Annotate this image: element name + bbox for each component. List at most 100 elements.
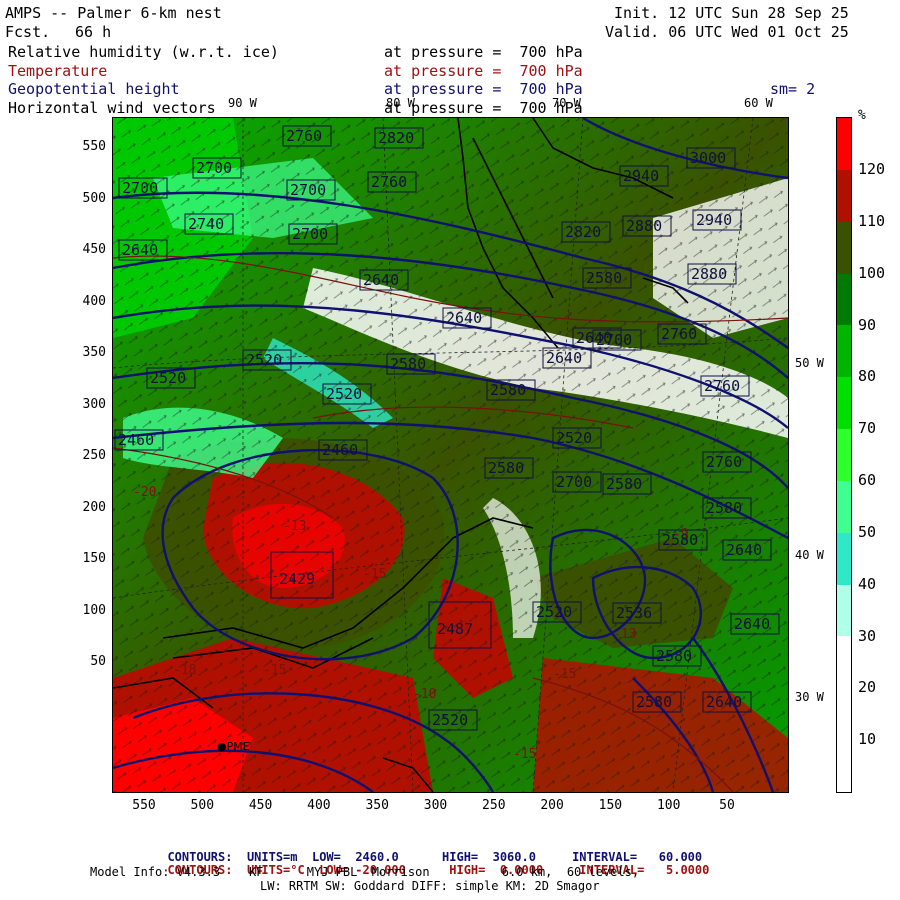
svg-text:2700: 2700 [596,331,632,349]
x-tick-label: 500 [190,798,215,813]
x-tick-label: 250 [482,798,506,813]
svg-text:2580: 2580 [706,499,742,517]
svg-text:2940: 2940 [623,167,659,185]
temperature-contour-label: -9 [673,527,689,542]
svg-text:2820: 2820 [565,223,601,241]
svg-text:2520: 2520 [246,351,282,369]
y-tick-label: 500 [82,190,106,206]
svg-text:2520: 2520 [150,369,186,387]
svg-text:2580: 2580 [586,269,622,287]
meridian-50w: 50 W [795,356,824,370]
field-height-name: Geopotential height [8,80,180,98]
colorbar-label: 110 [858,211,886,230]
svg-text:2640: 2640 [546,349,582,367]
svg-text:2880: 2880 [691,265,727,283]
x-tick-label: 50 [719,798,735,813]
colorbar-label: 30 [858,626,877,645]
svg-text:2580: 2580 [488,459,524,477]
colorbar-segment [837,118,851,170]
meridian-60w: 60 W [744,96,773,110]
colorbar-label: 10 [858,730,877,749]
svg-text:2520: 2520 [326,385,362,403]
svg-text:3000: 3000 [690,149,726,167]
colorbar-segment [837,636,851,689]
field-wind-name: Horizontal wind vectors [8,99,216,117]
temperature-contour-label: -15 [363,567,386,582]
temperature-contour-label: -18 [173,663,196,678]
map-canvas: 2760 2820 2700 2700 2760 2700 3000 2940 2640 2740… [113,118,788,792]
x-tick-label: 150 [598,798,623,813]
forecast-map[interactable]: 2760 2820 2700 2700 2760 2700 3000 2940 2640 2740… [112,117,789,793]
x-tick-label: 300 [423,798,448,813]
colorbar-segment [837,325,851,378]
colorbar-segment [837,169,851,222]
colorbar-segment [837,740,851,792]
colorbar-segment [837,429,851,481]
y-tick-label: 150 [82,551,106,566]
svg-text:2460: 2460 [118,431,154,449]
y-tick-label: 550 [82,139,106,154]
temperature-contour-label: -13 [283,519,306,534]
y-tick-label: 350 [82,345,106,360]
svg-text:2429: 2429 [279,570,315,588]
svg-text:2520: 2520 [432,711,468,729]
colorbar-segment [837,584,851,637]
field-rh-name: Relative humidity (w.r.t. ice) [8,43,279,61]
x-tick-label: 550 [132,798,156,813]
colorbar-label: 40 [858,574,877,593]
x-tick-label: 400 [307,798,331,813]
svg-text:2536: 2536 [616,604,652,622]
colorbar-segment [837,480,851,533]
svg-text:2580: 2580 [390,355,426,373]
svg-text:2940: 2940 [696,211,732,229]
y-tick-label: 50 [90,654,106,669]
colorbar-segment [837,532,851,585]
init-time: Init. 12 UTC Sun 28 Sep 25 [614,4,849,22]
svg-text:2700: 2700 [196,159,232,177]
svg-text:2487: 2487 [437,620,473,638]
meridian-70w: 70 W [552,96,581,110]
svg-text:2700: 2700 [556,473,592,491]
svg-text:2760: 2760 [661,325,697,343]
colorbar-label: 120 [858,160,886,178]
x-tick-label: 100 [656,798,681,813]
field-temp-level: at pressure = 700 hPa [384,62,583,80]
colorbar-segment [837,688,851,741]
y-tick-label: 300 [82,396,106,412]
meridian-30w: 30 W [795,690,824,704]
svg-text:2640: 2640 [706,693,742,711]
x-tick-label: 350 [365,798,389,813]
y-tick-label: 200 [82,499,106,515]
y-tick-label: 400 [82,293,106,309]
svg-text:2760: 2760 [706,453,742,471]
svg-text:2700: 2700 [122,179,158,197]
svg-text:2760: 2760 [286,127,322,145]
y-tick-label: 450 [82,242,106,257]
smoothing-label: sm= 2 [770,80,816,98]
svg-text:2700: 2700 [292,225,328,243]
svg-text:2740: 2740 [188,215,224,233]
svg-text:2520: 2520 [536,603,572,621]
colorbar-segment [837,377,851,430]
svg-text:2520: 2520 [556,429,592,447]
svg-text:2760: 2760 [704,377,740,395]
colorbar-label: 90 [858,315,877,334]
footer-model-info: Model Info: V4.3.3 KF MYJ PBL Morrison 6… [90,865,640,879]
svg-text:2700: 2700 [290,181,326,199]
temperature-contour-label: -13 [613,627,636,642]
colorbar-label: 70 [858,419,877,438]
rh-colorbar [836,117,852,793]
colorbar-unit: % [858,108,866,123]
svg-text:2640: 2640 [726,541,762,559]
svg-text:2640: 2640 [363,271,399,289]
model-title: AMPS -- Palmer 6-km nest [5,4,222,22]
meridian-90w: 90 W [228,96,257,110]
svg-text:2640: 2640 [446,309,482,327]
svg-text:2580: 2580 [636,693,672,711]
temperature-contour-label: -15 [553,667,576,682]
colorbar-segment [837,273,851,326]
y-tick-label: 100 [82,602,106,618]
x-tick-label: 450 [248,798,273,813]
meridian-80w: 80 W [386,96,415,110]
meridian-40w: 40 W [795,548,824,562]
